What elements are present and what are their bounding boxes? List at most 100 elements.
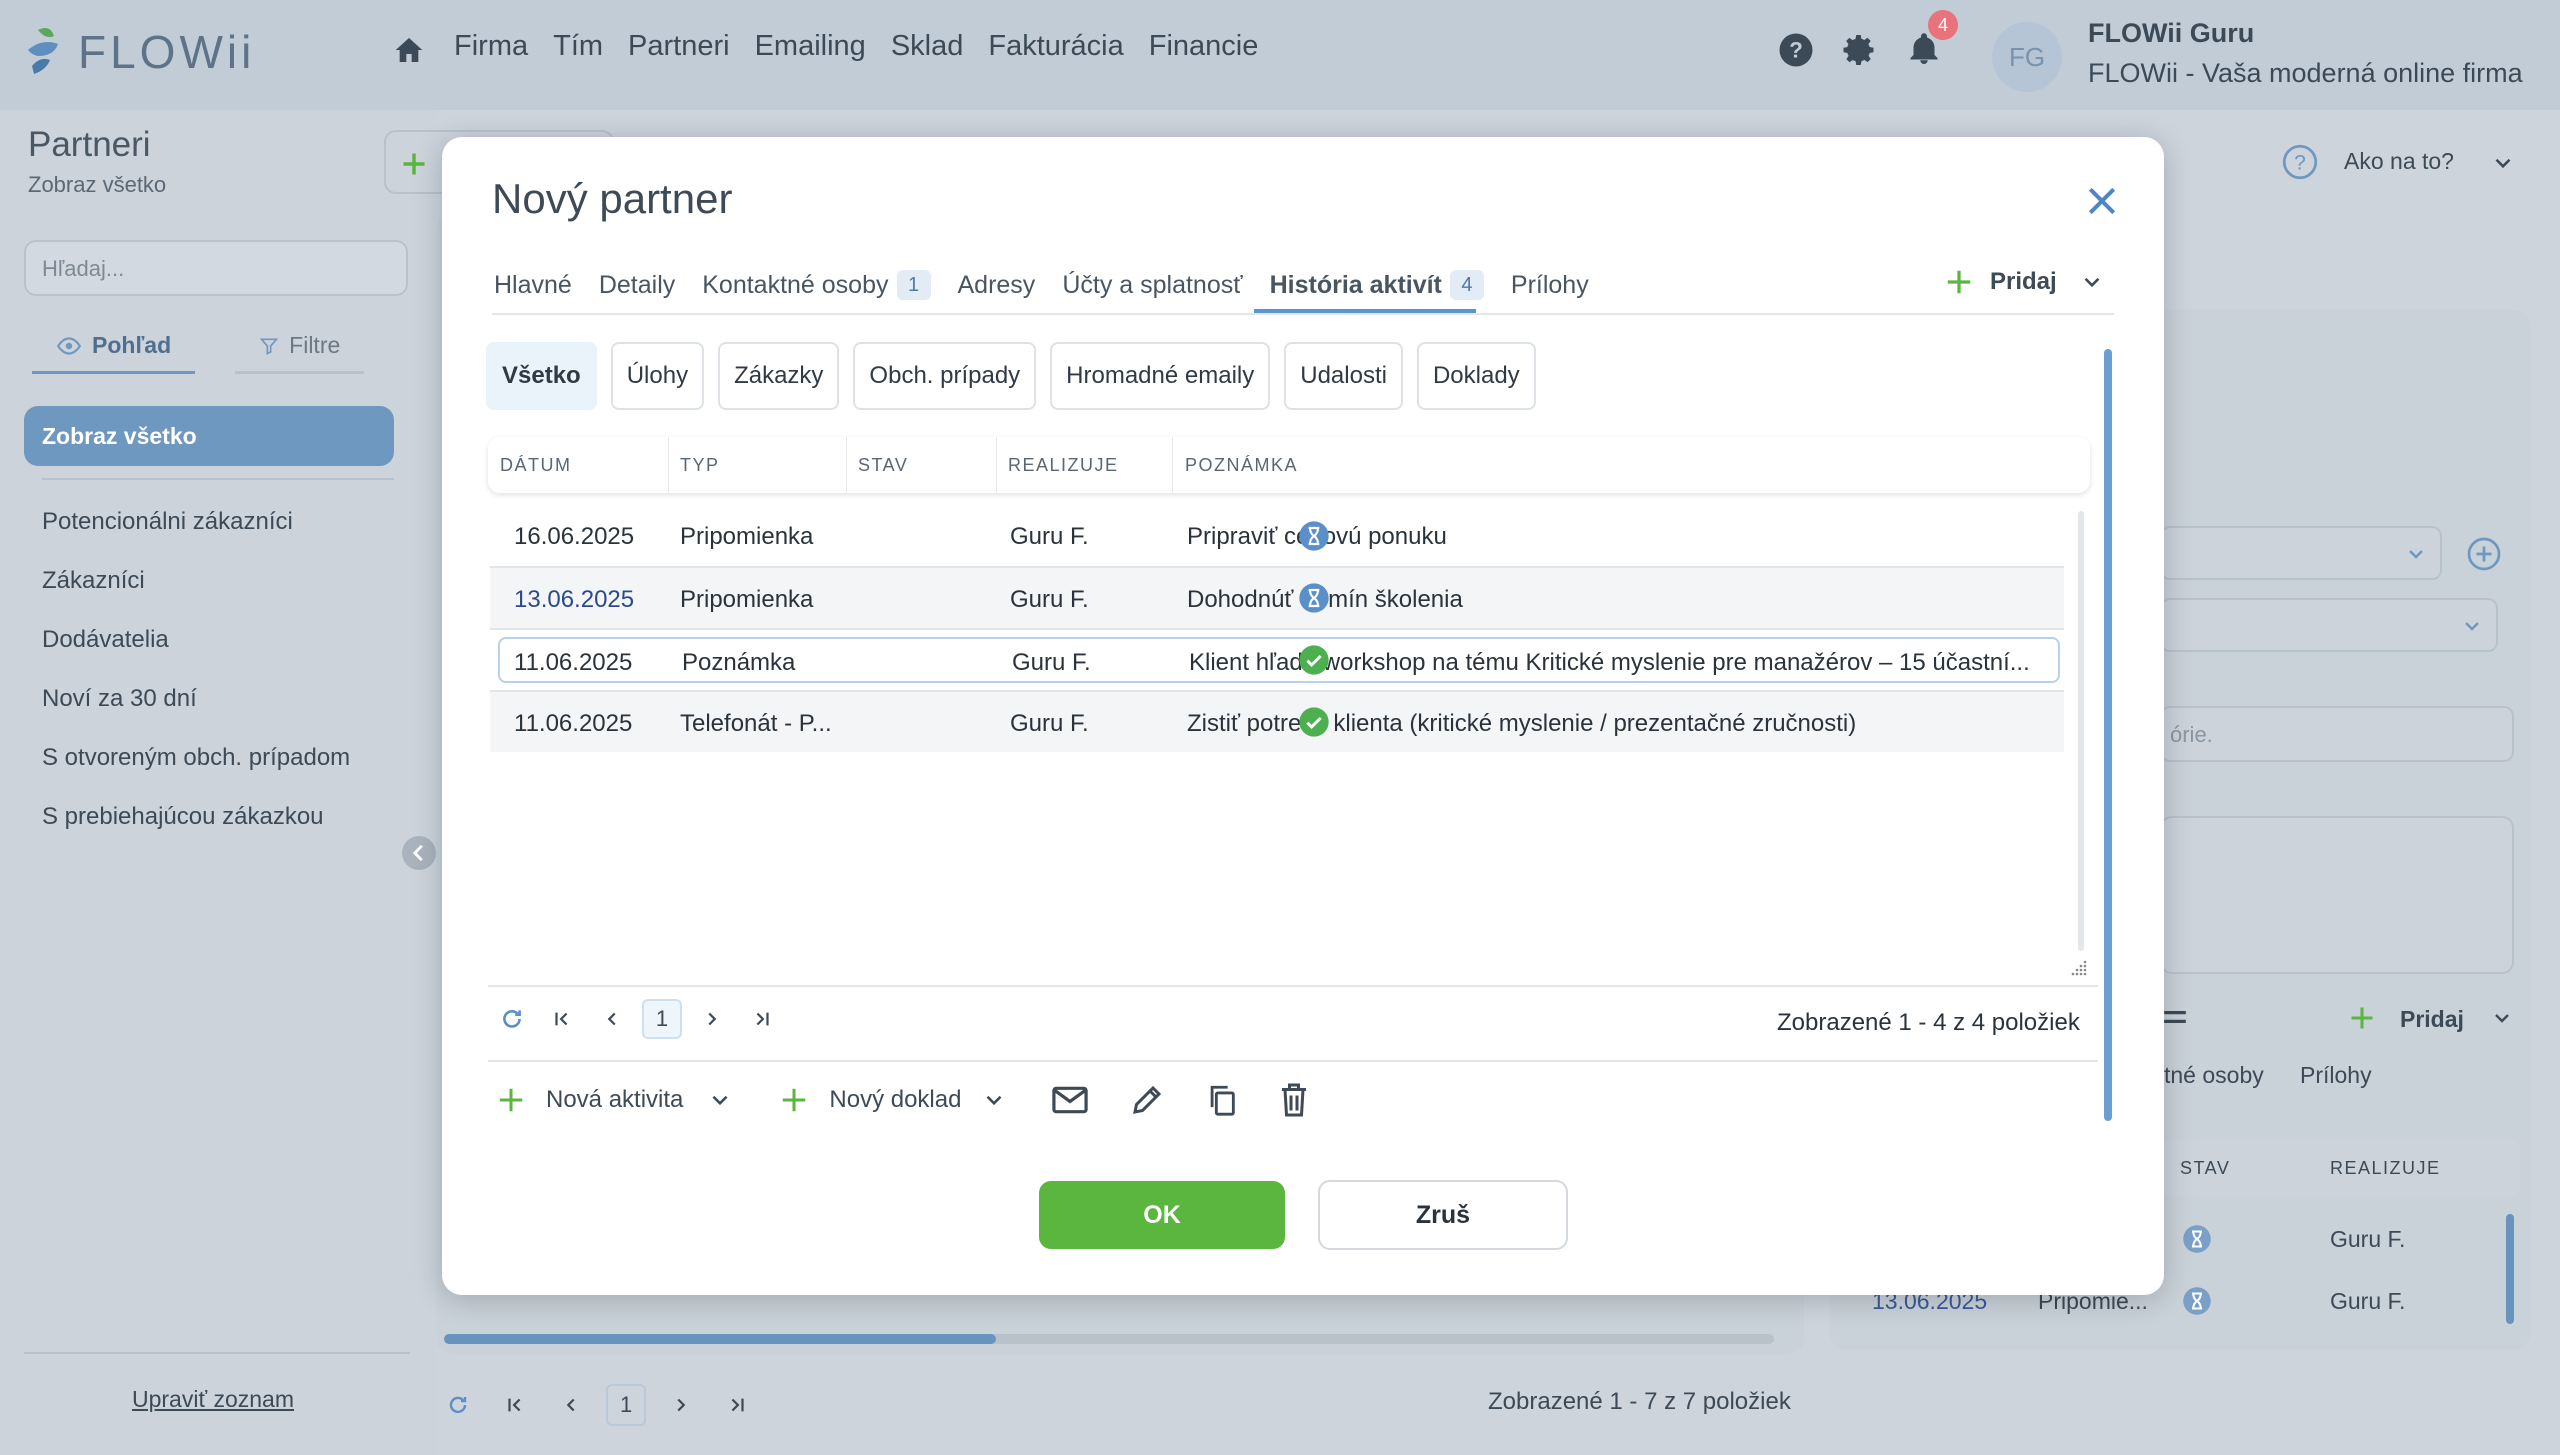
last-page-icon[interactable] <box>726 1394 748 1416</box>
sidebar-item[interactable]: S otvoreným obch. prípadom <box>42 744 350 803</box>
filter-obch-pripady[interactable]: Obch. prípady <box>853 342 1037 410</box>
chevron-down-icon[interactable] <box>2079 269 2105 295</box>
tab-detaily[interactable]: Detaily <box>599 265 675 305</box>
sidebar-search-input[interactable]: Hľadaj... <box>24 240 408 296</box>
dialog-scrollbar[interactable] <box>2104 349 2112 1121</box>
refresh-icon[interactable] <box>446 1393 470 1417</box>
next-page-icon[interactable] <box>670 1394 692 1416</box>
page-number[interactable]: 1 <box>606 1384 647 1426</box>
filter-zakazky[interactable]: Zákazky <box>718 342 840 410</box>
first-page-icon[interactable] <box>504 1394 526 1416</box>
trash-icon[interactable] <box>1279 1082 1309 1118</box>
nav-emailing[interactable]: Emailing <box>755 30 866 63</box>
tab-kontaktne-osoby[interactable]: Kontaktné osoby 1 <box>702 265 931 305</box>
logo[interactable]: FLOWii <box>24 22 255 82</box>
menu-icon[interactable] <box>2162 1008 2188 1026</box>
sidebar-item[interactable]: Potencionálni zákazníci <box>42 508 350 567</box>
edit-list-link[interactable]: Upraviť zoznam <box>132 1386 294 1413</box>
pridaj-button[interactable]: Pridaj <box>1944 267 2105 297</box>
refresh-button[interactable] <box>492 999 532 1039</box>
scrollbar-thumb[interactable] <box>444 1334 996 1344</box>
filter-doklady[interactable]: Doklady <box>1416 342 1536 410</box>
nav-financie[interactable]: Financie <box>1149 30 1259 63</box>
gear-icon[interactable] <box>1842 32 1878 68</box>
resize-handle-icon[interactable] <box>2070 959 2088 977</box>
filter-udalosti[interactable]: Udalosti <box>1284 342 1403 410</box>
tab-historia-aktivit[interactable]: História aktivít 4 <box>1270 265 1484 305</box>
select-field[interactable] <box>2160 526 2442 580</box>
column-separator[interactable] <box>1172 437 1173 493</box>
edit-pencil-icon[interactable] <box>1129 1082 1165 1118</box>
avatar[interactable]: FG <box>1992 22 2062 92</box>
tab-filters[interactable]: Filtre <box>235 332 365 374</box>
last-page-button[interactable] <box>742 999 782 1039</box>
tab-adresy[interactable]: Adresy <box>958 265 1036 305</box>
select-field[interactable] <box>2160 598 2498 652</box>
ok-button[interactable]: OK <box>1039 1181 1285 1249</box>
nav-partneri[interactable]: Partneri <box>628 30 730 63</box>
table-row[interactable]: 13.06.2025 Pripomienka Guru F. Dohodnúť … <box>490 568 2064 628</box>
sidebar-item[interactable]: S prebiehajúcou zákazkou <box>42 803 350 862</box>
chevron-down-icon[interactable] <box>2490 150 2516 176</box>
column-separator[interactable] <box>846 437 847 493</box>
column-header-stav[interactable]: STAV <box>858 455 908 476</box>
tab-ucty-splatnost[interactable]: Účty a splatnosť <box>1062 265 1242 305</box>
email-icon[interactable] <box>1051 1085 1089 1115</box>
sidebar-item-selected[interactable]: Zobraz všetko <box>24 406 394 466</box>
collapse-sidebar-button[interactable] <box>402 836 436 870</box>
sidebar-item[interactable]: Noví za 30 dní <box>42 685 350 744</box>
question-circle-icon[interactable]: ? <box>2282 144 2318 180</box>
check-circle-icon <box>1299 645 1329 675</box>
column-header-poznamka[interactable]: POZNÁMKA <box>1185 455 1298 476</box>
chevron-down-icon[interactable] <box>707 1087 733 1113</box>
cancel-button[interactable]: Zruš <box>1318 1180 1568 1250</box>
new-document-button[interactable]: Nový doklad <box>829 1086 961 1114</box>
column-header-realizuje[interactable]: REALIZUJE <box>1008 455 1119 476</box>
page-number[interactable]: 1 <box>642 999 682 1039</box>
copy-icon[interactable] <box>1205 1082 1239 1118</box>
realizuje-cell: Guru F. <box>1010 710 1089 737</box>
tab-prilohy[interactable]: Prílohy <box>1511 265 1589 305</box>
sidebar-item[interactable]: Dodávatelia <box>42 626 350 685</box>
filter-ulohy[interactable]: Úlohy <box>610 342 705 410</box>
help-link[interactable]: Ako na to? <box>2344 148 2454 175</box>
table-row-selected[interactable]: 11.06.2025 Poznámka Guru F. Klient hľadá… <box>498 637 2060 683</box>
tab-view[interactable]: Pohľad <box>32 332 196 374</box>
new-activity-button[interactable]: Nová aktivita <box>546 1086 683 1114</box>
category-input[interactable]: órie. <box>2160 706 2514 762</box>
nav-sklad[interactable]: Sklad <box>891 30 964 63</box>
help-icon[interactable]: ? <box>1778 32 1814 68</box>
filter-vsetko[interactable]: Všetko <box>486 342 597 410</box>
table-pager: 1 <box>492 999 792 1039</box>
table-row[interactable]: 16.06.2025 Pripomienka Guru F. Pripraviť… <box>490 505 2064 565</box>
nav-firma[interactable]: Firma <box>454 30 528 63</box>
prev-page-button[interactable] <box>592 999 632 1039</box>
prev-page-icon[interactable] <box>560 1394 582 1416</box>
chevron-down-icon[interactable] <box>2490 1006 2514 1030</box>
next-page-button[interactable] <box>692 999 732 1039</box>
add-circle-icon[interactable] <box>2466 536 2502 572</box>
table-scrollbar[interactable] <box>2078 511 2084 951</box>
tab-contacts[interactable]: tné osoby <box>2164 1062 2264 1089</box>
tab-attachments[interactable]: Prílohy <box>2300 1062 2372 1089</box>
sidebar-item[interactable]: Zákazníci <box>42 567 350 626</box>
column-separator[interactable] <box>668 437 669 493</box>
chevron-down-icon[interactable] <box>981 1087 1007 1113</box>
column-separator[interactable] <box>996 437 997 493</box>
first-page-button[interactable] <box>542 999 582 1039</box>
scrollbar-thumb[interactable] <box>2506 1214 2514 1324</box>
close-icon[interactable] <box>2082 181 2122 221</box>
nav-tim[interactable]: Tím <box>553 30 603 63</box>
home-icon[interactable] <box>392 34 426 66</box>
type-cell: Telefonát - P... <box>680 710 832 737</box>
tab-hlavne[interactable]: Hlavné <box>494 265 572 305</box>
column-header-typ[interactable]: TYP <box>680 455 720 476</box>
nav-fakturacia[interactable]: Fakturácia <box>988 30 1123 63</box>
column-header: REALIZUJE <box>2330 1158 2441 1178</box>
pridaj-button[interactable]: Pridaj <box>2400 1006 2464 1033</box>
table-header: DÁTUM TYP STAV REALIZUJE POZNÁMKA <box>488 437 2090 493</box>
filter-hromadne-emaily[interactable]: Hromadné emaily <box>1050 342 1271 410</box>
note-textarea[interactable] <box>2160 816 2514 974</box>
column-header-datum[interactable]: DÁTUM <box>500 455 572 476</box>
table-row[interactable]: 11.06.2025 Telefonát - P... Guru F. Zist… <box>490 692 2064 752</box>
